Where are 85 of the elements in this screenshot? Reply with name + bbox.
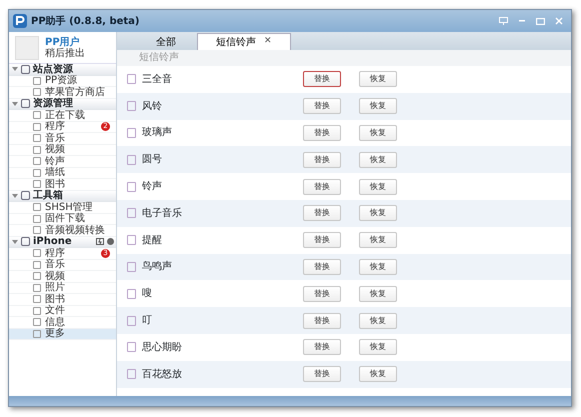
sidebar-section[interactable]: iPhone (9, 236, 116, 248)
music-file-icon (127, 74, 136, 84)
restore-button[interactable]: 恢复 (359, 71, 397, 88)
replace-button[interactable]: 替换 (303, 312, 341, 329)
replace-button[interactable]: 替换 (303, 366, 341, 382)
restore-button[interactable]: 恢复 (359, 339, 397, 356)
avatar-placeholder (15, 36, 39, 60)
ringtone-name: 风铃 (142, 100, 163, 114)
sidebar-section[interactable]: 工具箱 (9, 190, 116, 202)
replace-button[interactable]: 替换 (303, 286, 341, 302)
replace-button[interactable]: 替换 (303, 98, 341, 114)
music-file-icon (127, 342, 136, 352)
restore-button[interactable]: 恢复 (359, 152, 397, 168)
ringtone-name: 电子音乐 (142, 206, 183, 221)
sidebar-item[interactable]: 更多 (9, 328, 116, 340)
replace-button[interactable]: 替换 (303, 232, 341, 248)
sidebar-section[interactable]: 资源管理 (9, 98, 116, 110)
sidebar-item[interactable]: 视频 (9, 144, 116, 156)
sidebar-item[interactable]: 固件下载 (9, 214, 116, 225)
close-tab-icon[interactable]: ✕ (264, 35, 272, 49)
restore-button[interactable]: 恢复 (359, 98, 397, 114)
ringtone-name: 圆号 (142, 153, 163, 168)
sidebar-section[interactable]: 站点资源 (9, 64, 116, 76)
music-file-icon (127, 369, 136, 380)
restore-button[interactable]: 恢复 (359, 366, 397, 382)
music-file-icon (127, 101, 136, 112)
ringtone-name: 三全音 (142, 72, 173, 87)
sidebar-item[interactable]: 图书 (9, 294, 116, 306)
music-file-icon (127, 235, 136, 246)
replace-button[interactable]: 替换 (303, 258, 341, 275)
charging-icon (96, 238, 104, 246)
music-file-icon (127, 316, 136, 326)
section-icon (21, 191, 30, 200)
replace-button[interactable]: 替换 (303, 339, 341, 356)
tab[interactable]: 全部 (137, 33, 195, 50)
music-file-icon (127, 208, 136, 218)
music-file-icon (127, 288, 136, 299)
sidebar-item[interactable]: SHSH管理 (9, 202, 116, 214)
ringtone-name: 铃声 (142, 180, 163, 194)
restore-button[interactable]: 恢复 (359, 232, 397, 248)
sidebar-item[interactable]: 文件 (9, 306, 116, 317)
replace-button[interactable]: 替换 (303, 124, 341, 141)
music-file-icon (127, 262, 136, 272)
ringtone-name: 思心期盼 (142, 340, 183, 355)
section-icon (21, 64, 30, 74)
sidebar-item[interactable]: PP资源 (9, 76, 116, 87)
restore-button[interactable]: 恢复 (359, 286, 397, 302)
replace-button[interactable]: 替换 (303, 178, 341, 195)
expand-triangle-icon[interactable] (12, 238, 18, 245)
restore-button[interactable]: 恢复 (359, 258, 397, 275)
ringtone-name: 鸟鸣声 (142, 260, 173, 274)
restore-button[interactable]: 恢复 (359, 178, 397, 195)
section-icon (21, 99, 30, 108)
restore-button[interactable]: 恢复 (359, 205, 397, 222)
app-logo-icon (13, 14, 27, 28)
sidebar-item[interactable]: 视频 (9, 271, 116, 282)
sidebar-item[interactable]: 音乐 (9, 260, 116, 271)
replace-button[interactable]: 替换 (303, 205, 341, 222)
sidebar-item[interactable]: 正在下载 (9, 110, 116, 122)
ringtone-name: 叮 (142, 314, 153, 328)
eject-icon[interactable] (106, 238, 114, 246)
ringtone-name: 提醒 (142, 234, 163, 248)
restore-button[interactable]: 恢复 (359, 312, 397, 329)
sidebar-item[interactable]: 音乐 (9, 133, 116, 144)
sidebar-item[interactable]: 墙纸 (9, 168, 116, 179)
ringtone-name: 嗖 (142, 286, 153, 302)
replace-button[interactable]: 替换 (303, 71, 341, 88)
ringtone-name: 玻璃声 (142, 126, 173, 140)
window-title: PP助手 (0.8.8, beta) (31, 14, 140, 28)
music-file-icon (127, 182, 136, 192)
expand-triangle-icon[interactable] (12, 192, 18, 199)
user-name[interactable]: PP用户 (45, 36, 85, 48)
sidebar-item[interactable]: 照片 (9, 282, 116, 294)
section-title: 短信铃声 (117, 50, 571, 66)
expand-triangle-icon[interactable] (12, 66, 18, 72)
music-file-icon (127, 154, 136, 165)
section-icon (21, 237, 30, 246)
expand-triangle-icon[interactable] (12, 100, 18, 107)
tab[interactable]: 短信铃声 ✕ (197, 33, 291, 50)
restore-button[interactable]: 恢复 (359, 124, 397, 141)
replace-button[interactable]: 替换 (303, 152, 341, 168)
music-file-icon (127, 128, 136, 138)
ringtone-name: 百花怒放 (142, 368, 183, 382)
user-status: 稍后推出 (45, 48, 85, 58)
sidebar-item[interactable]: 铃声 (9, 156, 116, 168)
